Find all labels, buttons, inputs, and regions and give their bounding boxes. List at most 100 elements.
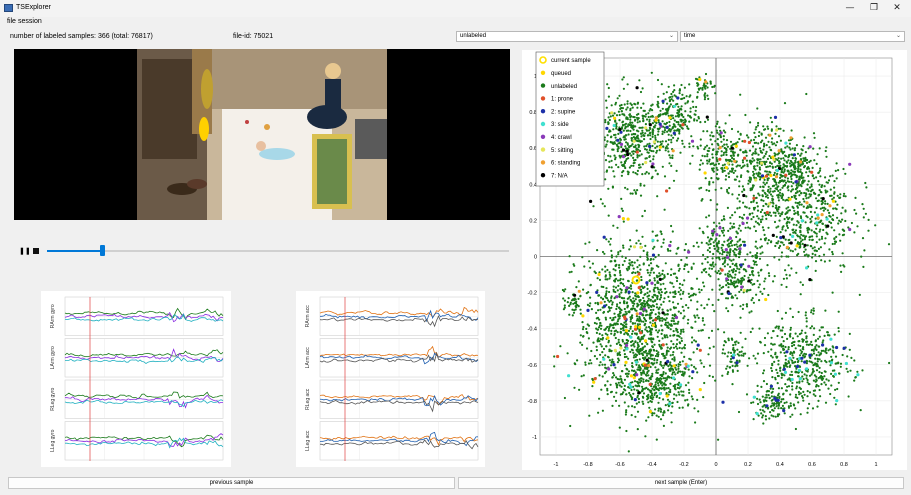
scatter-point bbox=[799, 230, 802, 234]
labeled-point bbox=[727, 291, 731, 296]
scatter-point bbox=[677, 391, 680, 394]
scatter-point bbox=[741, 159, 744, 162]
scatter-point bbox=[708, 374, 711, 377]
labeled-point bbox=[810, 170, 814, 174]
legend-marker bbox=[540, 134, 546, 139]
scatter-point bbox=[727, 351, 730, 354]
playback-slider-handle[interactable] bbox=[100, 245, 106, 256]
embedding-scatter-plot[interactable]: -1 -0.8 -0.6 -0.4 -0.2 0 0.2 0.4 0.6 0.8 1 1 0.8 0.6 0… bbox=[522, 50, 907, 470]
scatter-point bbox=[640, 278, 643, 282]
x-tick-label: 0.6 bbox=[808, 462, 816, 468]
scatter-point bbox=[615, 277, 618, 280]
scatter-point bbox=[711, 257, 714, 260]
scatter-point bbox=[664, 98, 667, 101]
scatter-point bbox=[751, 145, 755, 148]
scatter-point bbox=[653, 393, 656, 397]
label-filter-select[interactable]: unlabeled ⌄ bbox=[456, 31, 678, 42]
scatter-point bbox=[805, 197, 808, 200]
scatter-point bbox=[762, 369, 766, 372]
menu-item-file[interactable]: file bbox=[7, 18, 16, 25]
scatter-point bbox=[661, 140, 664, 143]
scatter-point bbox=[647, 369, 650, 372]
scatter-point bbox=[686, 398, 689, 401]
scatter-point bbox=[752, 301, 755, 304]
scatter-point bbox=[650, 392, 654, 395]
scatter-point bbox=[790, 370, 793, 373]
scatter-point bbox=[600, 388, 603, 391]
scatter-point bbox=[658, 115, 661, 118]
scatter-point bbox=[645, 352, 648, 355]
scatter-point bbox=[826, 202, 829, 205]
scatter-point bbox=[658, 319, 661, 322]
scatter-point bbox=[584, 242, 587, 245]
scatter-point bbox=[762, 229, 765, 232]
close-icon[interactable]: ✕ bbox=[887, 2, 907, 14]
playback-slider[interactable] bbox=[47, 250, 509, 252]
previous-sample-button[interactable]: previous sample bbox=[8, 477, 455, 489]
scatter-point bbox=[654, 299, 657, 302]
scatter-point bbox=[709, 199, 712, 202]
restore-icon[interactable]: ❐ bbox=[864, 2, 884, 14]
scatter-point bbox=[811, 252, 814, 255]
stop-icon[interactable] bbox=[33, 248, 39, 254]
scatter-point bbox=[723, 352, 726, 355]
scatter-point bbox=[623, 388, 626, 391]
next-sample-button[interactable]: next sample (Enter) bbox=[458, 477, 904, 489]
scatter-point bbox=[658, 272, 661, 275]
scatter-point bbox=[798, 226, 801, 229]
sort-select[interactable]: time ⌄ bbox=[680, 31, 905, 42]
scatter-point bbox=[761, 405, 764, 408]
scatter-point bbox=[690, 364, 693, 367]
y-tick-label: -0.8 bbox=[528, 399, 537, 405]
scatter-point bbox=[753, 208, 756, 211]
scatter-point bbox=[832, 207, 835, 210]
scatter-point bbox=[799, 237, 802, 240]
scatter-point bbox=[806, 407, 809, 410]
scatter-point bbox=[699, 144, 702, 147]
scatter-point bbox=[641, 215, 644, 218]
minimize-icon[interactable]: — bbox=[840, 2, 860, 14]
scatter-point bbox=[587, 337, 590, 340]
scatter-point bbox=[785, 277, 788, 280]
scatter-point bbox=[699, 159, 703, 162]
scatter-point bbox=[796, 190, 799, 193]
scatter-point bbox=[659, 294, 663, 297]
labeled-point bbox=[673, 104, 677, 108]
menu-item-session[interactable]: session bbox=[18, 18, 42, 25]
scatter-point bbox=[646, 291, 649, 294]
scatter-point bbox=[699, 121, 702, 124]
scatter-point bbox=[663, 411, 666, 414]
labeled-point bbox=[816, 213, 820, 217]
scatter-point bbox=[792, 223, 795, 226]
scatter-point bbox=[737, 193, 741, 196]
scatter-point bbox=[758, 166, 761, 169]
pause-icon[interactable]: ❚❚ bbox=[19, 247, 31, 255]
scatter-point bbox=[807, 254, 810, 257]
scatter-point bbox=[618, 312, 621, 315]
scatter-point bbox=[806, 395, 809, 398]
scatter-point bbox=[772, 387, 775, 390]
scatter-point bbox=[621, 124, 625, 127]
scatter-point bbox=[663, 175, 667, 178]
scatter-point bbox=[743, 213, 746, 216]
labeled-point bbox=[800, 356, 804, 360]
scatter-point bbox=[763, 280, 766, 283]
scatter-point bbox=[806, 340, 809, 343]
scatter-point bbox=[765, 382, 768, 386]
scatter-point bbox=[785, 401, 788, 404]
scatter-point bbox=[741, 276, 744, 279]
scatter-point bbox=[725, 139, 729, 142]
scatter-point bbox=[739, 229, 742, 232]
scatter-point bbox=[644, 244, 647, 247]
scatter-point bbox=[591, 262, 594, 265]
scatter-point bbox=[777, 359, 780, 362]
scatter-point bbox=[654, 408, 657, 411]
scatter-point bbox=[717, 246, 720, 249]
scatter-point bbox=[715, 237, 718, 240]
scatter-point bbox=[666, 272, 669, 276]
legend-marker bbox=[540, 160, 546, 165]
scatter-point bbox=[641, 129, 644, 132]
scatter-point bbox=[681, 283, 684, 286]
scatter-point bbox=[709, 138, 712, 141]
scatter-point bbox=[716, 249, 719, 252]
